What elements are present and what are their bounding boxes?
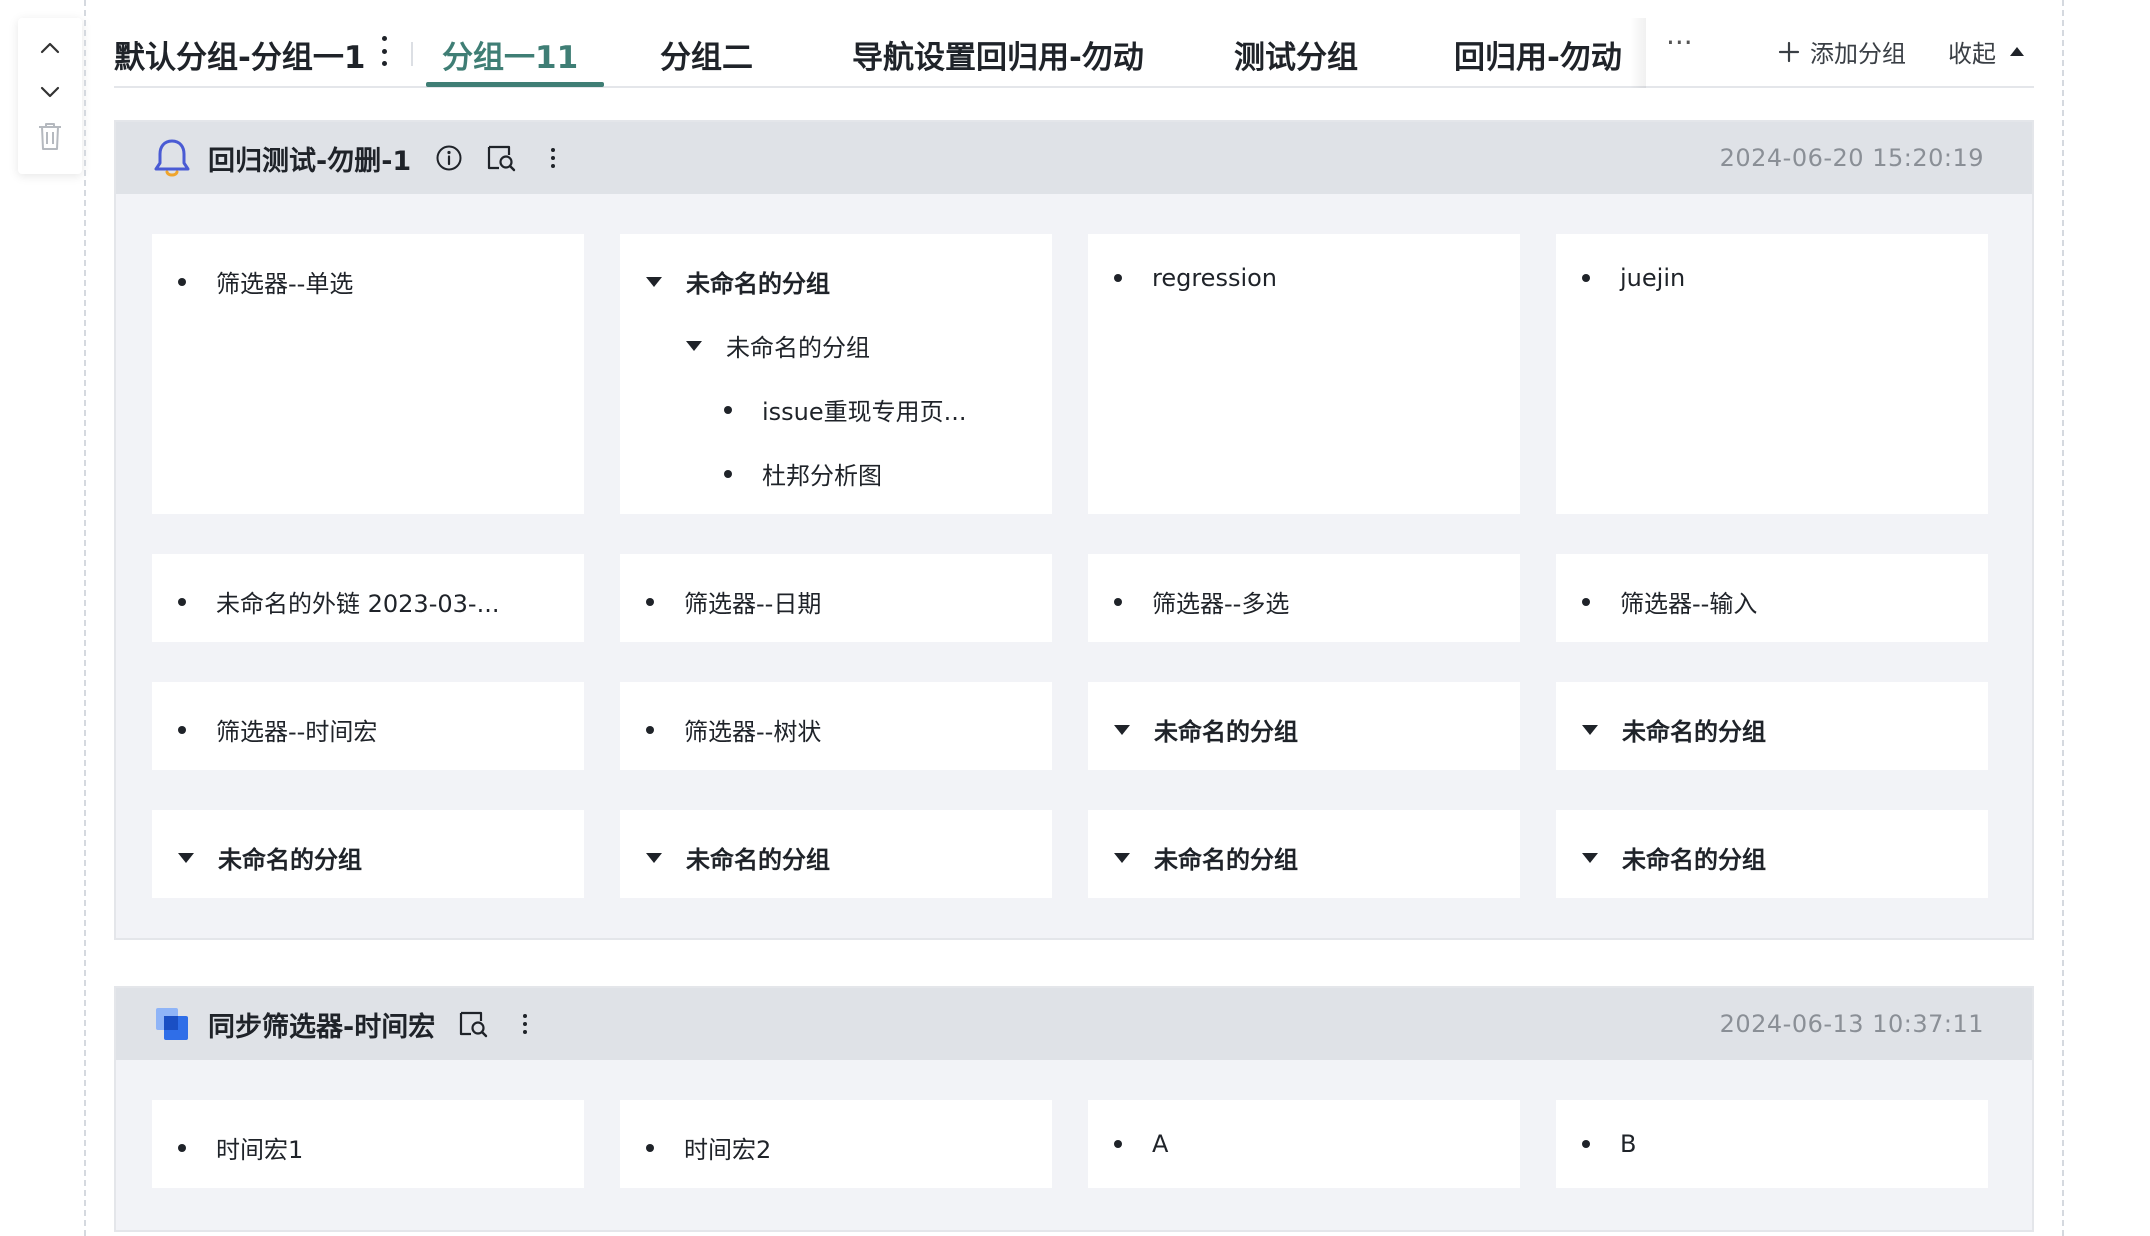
link-card: 未命名的分组: [152, 810, 584, 898]
link-card: 筛选器--日期: [620, 554, 1052, 642]
layers-icon: [152, 1004, 192, 1044]
caret-down-icon: [646, 276, 662, 287]
link-card: A: [1088, 1100, 1520, 1188]
tab-overflow-fade: [1630, 18, 1646, 88]
link-card: 筛选器--时间宏: [152, 682, 584, 770]
folder-item[interactable]: 未命名的分组: [646, 264, 830, 299]
widget-control-panel: [18, 18, 82, 174]
group-title-more-icon[interactable]: [376, 36, 392, 66]
link-card: 筛选器--多选: [1088, 554, 1520, 642]
list-item[interactable]: 杜邦分析图: [724, 456, 882, 491]
list-item[interactable]: 筛选器--输入: [1582, 584, 1757, 619]
search-page-icon: [460, 1011, 488, 1038]
bell-icon: [152, 138, 192, 178]
widget-more-icon[interactable]: [509, 1008, 541, 1040]
widget-sync-filter-time-macro: 同步筛选器-时间宏 2024-06-13 10:37:11 时间宏1 时间宏2 …: [114, 986, 2034, 1232]
folder-item[interactable]: 未命名的分组: [1114, 712, 1298, 747]
chevron-down-icon: [40, 86, 60, 98]
list-item[interactable]: juejin: [1582, 264, 1685, 292]
widget-timestamp: 2024-06-13 10:37:11: [1719, 1010, 1984, 1038]
link-card: 筛选器--树状: [620, 682, 1052, 770]
collapse-label: 收起: [1948, 40, 1996, 68]
caret-down-icon: [646, 852, 662, 863]
folder-item[interactable]: 未命名的分组: [178, 840, 362, 875]
link-card: 未命名的分组: [1088, 810, 1520, 898]
caret-up-icon: [2010, 47, 2024, 56]
list-item[interactable]: A: [1114, 1130, 1168, 1158]
list-item[interactable]: 筛选器--单选: [178, 264, 353, 299]
canvas-left-guide: [84, 0, 86, 1236]
link-card: 未命名的外链 2023-03-...: [152, 554, 584, 642]
link-card: 未命名的分组: [1556, 810, 1988, 898]
add-group-label: 添加分组: [1810, 40, 1906, 68]
group-tab-bar: 默认分组-分组一1 分组一11 分组二 导航设置回归用-勿动 测试分组 回归用-…: [114, 18, 2034, 88]
link-card: 时间宏1: [152, 1100, 584, 1188]
move-up-button[interactable]: [33, 32, 67, 64]
list-item[interactable]: 筛选器--多选: [1114, 584, 1289, 619]
info-icon: [436, 145, 462, 171]
delete-button[interactable]: [33, 120, 67, 152]
link-card: 未命名的分组: [1088, 682, 1520, 770]
caret-down-icon: [1114, 852, 1130, 863]
list-item[interactable]: 时间宏1: [178, 1130, 303, 1165]
caret-down-icon: [1582, 852, 1598, 863]
caret-down-icon: [686, 340, 702, 351]
move-down-button[interactable]: [33, 76, 67, 108]
widget-header: 回归测试-勿删-1 2024-06-20 15:20:19: [116, 122, 2032, 194]
chevron-up-icon: [40, 42, 60, 54]
list-item[interactable]: 时间宏2: [646, 1130, 771, 1165]
tab-separator: [411, 42, 413, 66]
folder-item[interactable]: 未命名的分组: [1114, 840, 1298, 875]
link-card: 未命名的分组: [1556, 682, 1988, 770]
tab-group-1-11[interactable]: 分组一11: [442, 32, 578, 77]
list-item[interactable]: regression: [1114, 264, 1277, 292]
link-card: 时间宏2: [620, 1100, 1052, 1188]
list-item[interactable]: B: [1582, 1130, 1636, 1158]
link-card: 未命名的分组: [620, 810, 1052, 898]
folder-item[interactable]: 未命名的分组: [646, 840, 830, 875]
folder-item[interactable]: 未命名的分组: [686, 328, 870, 363]
canvas-right-guide: [2062, 0, 2064, 1236]
widget-regression-test: 回归测试-勿删-1 2024-06-20 15:20:19 筛选器--单选 未命…: [114, 120, 2034, 940]
caret-down-icon: [178, 852, 194, 863]
widget-title: 回归测试-勿删-1: [208, 145, 412, 177]
plus-icon: [1778, 41, 1800, 62]
widget-more-icon[interactable]: [537, 142, 569, 174]
caret-down-icon: [1582, 724, 1598, 735]
tab-group-2[interactable]: 分组二: [660, 32, 753, 77]
list-item[interactable]: 筛选器--日期: [646, 584, 821, 619]
more-tabs-button[interactable]: ···: [1666, 26, 1693, 59]
list-item[interactable]: 筛选器--树状: [646, 712, 821, 747]
search-page-icon: [488, 145, 516, 172]
folder-item[interactable]: 未命名的分组: [1582, 712, 1766, 747]
active-tab-indicator: [426, 82, 604, 87]
widget-timestamp: 2024-06-20 15:20:19: [1719, 144, 1984, 172]
tab-test-group[interactable]: 测试分组: [1234, 32, 1358, 77]
collapse-button[interactable]: 收起: [1948, 34, 2024, 69]
link-card: 筛选器--单选: [152, 234, 584, 514]
preview-button[interactable]: [457, 1008, 489, 1040]
caret-down-icon: [1114, 724, 1130, 735]
widget-title: 同步筛选器-时间宏: [208, 1011, 436, 1043]
list-item[interactable]: 筛选器--时间宏: [178, 712, 377, 747]
list-item[interactable]: 未命名的外链 2023-03-...: [178, 584, 499, 619]
link-card: regression: [1088, 234, 1520, 514]
link-card: B: [1556, 1100, 1988, 1188]
list-item[interactable]: issue重现专用页...: [724, 392, 967, 427]
group-title: 默认分组-分组一1: [114, 40, 366, 76]
link-card: juejin: [1556, 234, 1988, 514]
trash-icon: [39, 123, 61, 150]
link-card: 未命名的分组 未命名的分组 issue重现专用页... 杜邦分析图: [620, 234, 1052, 514]
link-card: 筛选器--输入: [1556, 554, 1988, 642]
folder-item[interactable]: 未命名的分组: [1582, 840, 1766, 875]
add-group-button[interactable]: 添加分组: [1778, 34, 1906, 69]
preview-button[interactable]: [485, 142, 517, 174]
widget-header: 同步筛选器-时间宏 2024-06-13 10:37:11: [116, 988, 2032, 1060]
info-button[interactable]: [433, 142, 465, 174]
tab-nav-settings-regression[interactable]: 导航设置回归用-勿动: [852, 32, 1144, 77]
tab-regression-do-not-touch[interactable]: 回归用-勿动: [1454, 32, 1622, 77]
